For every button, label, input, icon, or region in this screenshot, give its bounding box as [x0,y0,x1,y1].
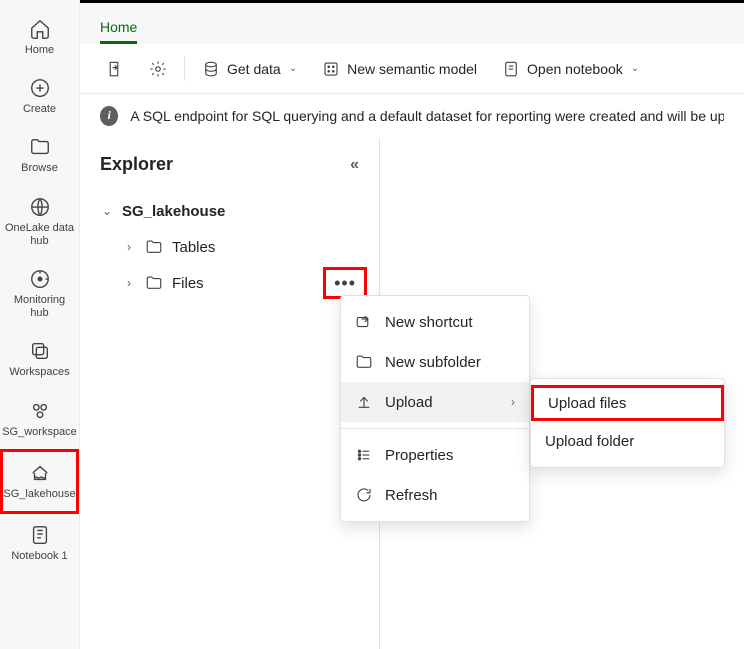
nav-home-label: Home [25,44,54,57]
properties-icon [355,446,373,464]
workspaces-icon [29,340,51,362]
explorer-title: Explorer [100,154,173,175]
chevron-right-icon[interactable]: › [122,276,136,290]
lakehouse-icon [29,462,51,484]
info-text: A SQL endpoint for SQL querying and a de… [130,108,724,124]
nav-monitoring[interactable]: Monitoring hub [0,258,79,330]
upload-submenu: Upload files Upload folder [530,378,725,468]
nav-notebook1[interactable]: Notebook 1 [0,514,79,573]
nav-notebook1-label: Notebook 1 [11,550,67,563]
menu-new-subfolder-label: New subfolder [385,354,481,371]
tree-files[interactable]: › Files ••• [122,265,367,301]
menu-new-shortcut[interactable]: New shortcut [341,302,529,342]
notebook-icon [29,524,51,546]
menu-refresh[interactable]: Refresh [341,475,529,515]
folder-icon [144,237,164,257]
open-notebook-label: Open notebook [527,61,623,77]
titlebar: Home [80,0,744,44]
chevron-down-icon: ⌄ [289,63,297,74]
new-model-label: New semantic model [347,61,477,77]
refresh-button[interactable] [96,53,132,85]
workspace-icon [29,400,51,422]
chevron-down-icon: ⌄ [631,63,639,74]
tree-tables-label: Tables [172,239,215,256]
toolbar-divider [184,57,185,81]
left-nav: Home Create Browse OneLake data hub Moni… [0,0,80,649]
nav-sg-workspace[interactable]: SG_workspace [0,390,79,449]
menu-properties-label: Properties [385,447,453,464]
monitoring-icon [29,268,51,290]
upload-icon [355,393,373,411]
chevron-right-icon[interactable]: › [122,240,136,254]
nav-monitoring-label: Monitoring hub [4,294,75,320]
menu-upload-label: Upload [385,394,433,411]
refresh-icon [355,486,373,504]
context-menu: New shortcut New subfolder Upload › Prop… [340,295,530,522]
open-notebook-button[interactable]: Open notebook ⌄ [493,53,647,85]
nav-home[interactable]: Home [0,8,79,67]
submenu-upload-files[interactable]: Upload files [531,385,724,421]
folder-icon [144,273,164,293]
gear-icon [148,59,168,79]
chevron-down-icon[interactable]: ⌄ [100,204,114,218]
tree-root[interactable]: ⌄ SG_lakehouse [100,193,367,229]
tree-tables[interactable]: › Tables [122,229,367,265]
new-semantic-model-button[interactable]: New semantic model [313,53,485,85]
tree-files-label: Files [172,275,204,292]
nav-create[interactable]: Create [0,67,79,126]
submenu-upload-files-label: Upload files [548,395,626,412]
chevron-right-icon: › [511,395,515,409]
get-data-label: Get data [227,61,281,77]
menu-refresh-label: Refresh [385,487,438,504]
nav-create-label: Create [23,103,56,116]
database-icon [201,59,221,79]
submenu-upload-folder[interactable]: Upload folder [531,421,724,461]
info-icon: i [100,106,118,126]
model-icon [321,59,341,79]
menu-divider [341,428,529,429]
plus-circle-icon [29,77,51,99]
collapse-icon[interactable]: « [350,156,359,174]
nav-browse[interactable]: Browse [0,126,79,185]
nav-browse-label: Browse [21,162,58,175]
explorer-header: Explorer « [92,154,367,175]
tree: ⌄ SG_lakehouse › Tables › Files ••• [92,193,367,301]
notebook-open-icon [501,59,521,79]
home-icon [29,18,51,40]
toolbar: Get data ⌄ New semantic model Open noteb… [80,44,744,94]
settings-button[interactable] [140,53,176,85]
shortcut-icon [355,313,373,331]
infobar: i A SQL endpoint for SQL querying and a … [80,94,744,138]
nav-sg-workspace-label: SG_workspace [2,426,77,439]
explorer-panel: Explorer « ⌄ SG_lakehouse › Tables › [80,138,380,649]
nav-sg-lakehouse[interactable]: SG_lakehouse [0,449,79,514]
nav-onelake[interactable]: OneLake data hub [0,186,79,258]
page-refresh-icon [104,59,124,79]
nav-onelake-label: OneLake data hub [4,222,75,248]
onelake-icon [29,196,51,218]
menu-new-shortcut-label: New shortcut [385,314,473,331]
folder-icon [355,353,373,371]
menu-properties[interactable]: Properties [341,435,529,475]
nav-sg-lakehouse-label: SG_lakehouse [3,488,75,501]
submenu-upload-folder-label: Upload folder [545,433,634,450]
menu-new-subfolder[interactable]: New subfolder [341,342,529,382]
menu-upload[interactable]: Upload › [341,382,529,422]
nav-workspaces[interactable]: Workspaces [0,330,79,389]
tree-root-label: SG_lakehouse [122,203,225,220]
folder-icon [29,136,51,158]
tab-home[interactable]: Home [100,19,137,44]
nav-workspaces-label: Workspaces [9,366,69,379]
get-data-button[interactable]: Get data ⌄ [193,53,305,85]
